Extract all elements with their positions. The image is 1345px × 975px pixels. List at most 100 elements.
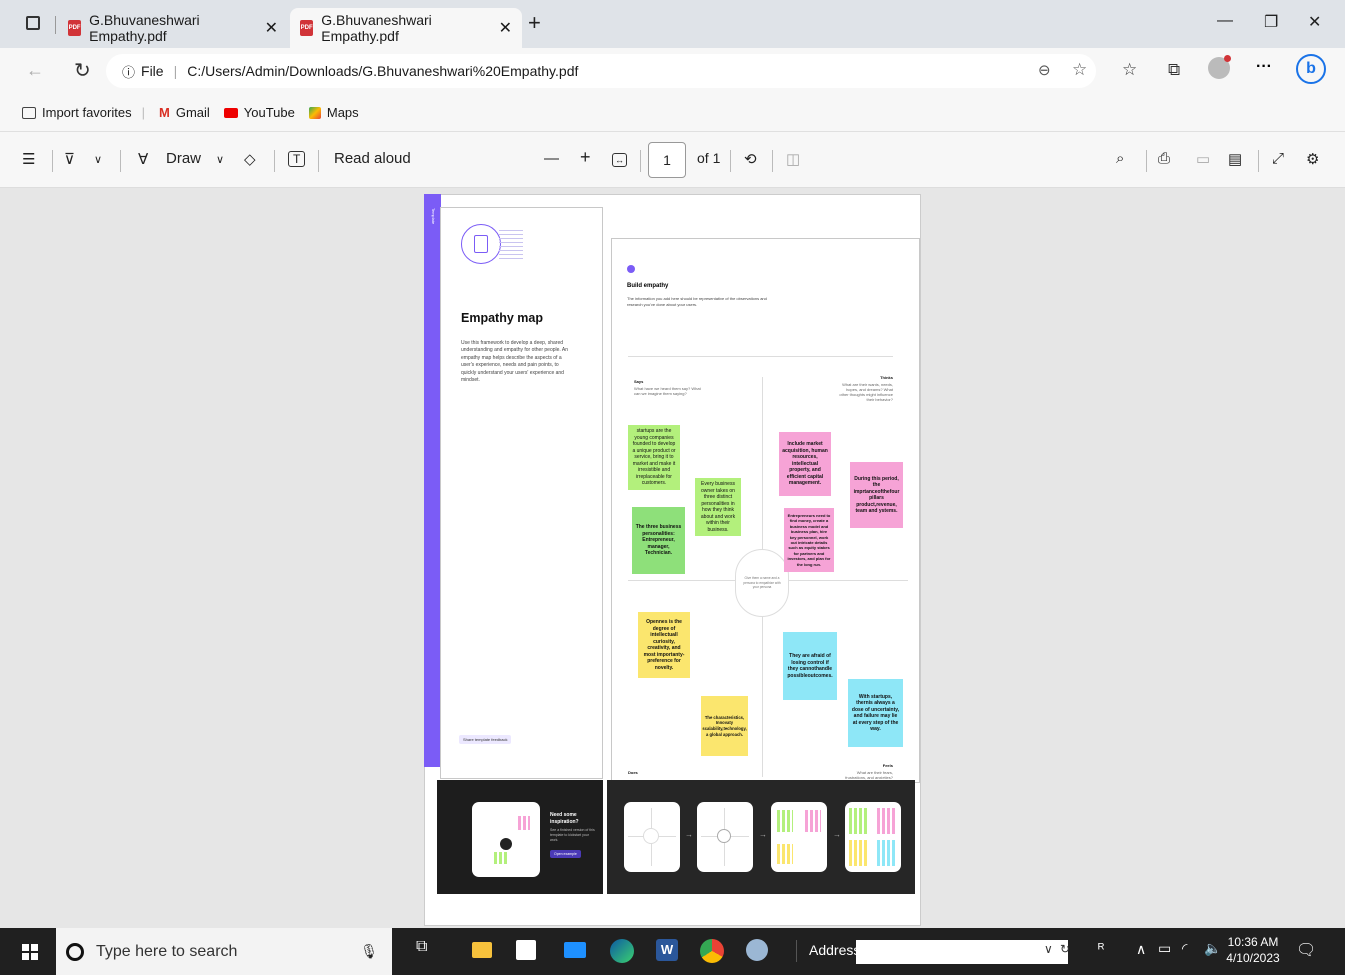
minimize-button[interactable]: — (1217, 12, 1233, 30)
fullscreen-icon[interactable]: ⤢ (1272, 150, 1284, 167)
cortana-icon (66, 942, 84, 961)
edge-icon[interactable] (610, 939, 634, 963)
zoom-out-icon[interactable]: — (544, 150, 559, 167)
refresh-icon[interactable]: ↻ (74, 58, 91, 83)
favorite-import[interactable]: Import favorites (22, 105, 132, 120)
scheme-label: File (141, 63, 164, 79)
address-bar: ← ↻ ⓘ File | C:/Users/Admin/Downloads/G.… (0, 48, 1345, 94)
print-icon[interactable]: ⎙ (1158, 150, 1170, 167)
windows-start-icon[interactable] (22, 944, 38, 960)
restore-button[interactable]: ❐ (1264, 12, 1278, 32)
pdf-icon: PDF (68, 20, 82, 36)
favorite-youtube[interactable]: YouTube (223, 105, 295, 120)
save-icon[interactable]: ▭ (1196, 150, 1210, 168)
zoom-icon[interactable]: ⊖ (1038, 61, 1051, 79)
bing-icon[interactable]: b (1296, 54, 1326, 84)
chevron-down-icon[interactable]: ∨ (1044, 942, 1053, 956)
tab-2[interactable]: PDF G.Bhuvaneshwari Empathy.pdf ✕ (290, 8, 522, 48)
youtube-icon (223, 107, 238, 118)
draw-icon[interactable]: ∀ (138, 150, 148, 168)
contents-icon[interactable]: ☰ (22, 150, 35, 168)
settings-icon[interactable]: ⚙ (1306, 150, 1319, 168)
eraser-icon[interactable]: ◇ (244, 150, 256, 168)
zoom-in-icon[interactable]: + (580, 147, 591, 168)
chrome-icon[interactable] (700, 939, 724, 963)
new-tab-button[interactable]: + (528, 10, 541, 36)
back-icon[interactable]: ← (26, 60, 44, 81)
favorite-maps[interactable]: Maps (308, 105, 359, 120)
favorite-label: YouTube (243, 105, 295, 120)
favorite-label: Import favorites (42, 105, 132, 120)
clock-date: 4/10/2023 (1226, 951, 1280, 965)
people-icon[interactable]: ᴿ (1098, 940, 1104, 956)
save-as-icon[interactable]: ▤ (1228, 150, 1242, 168)
read-aloud-button[interactable]: Read aloud (334, 150, 411, 167)
microphone-icon[interactable]: 🎙 (360, 943, 378, 960)
chevron-down-icon[interactable]: ∨ (94, 153, 102, 166)
chevron-down-icon[interactable]: ∨ (216, 153, 224, 166)
arrow-right-icon: → (685, 830, 693, 839)
task-view-icon[interactable]: ⧉ (416, 938, 427, 956)
favorite-label: Gmail (175, 105, 210, 120)
sticky-note[interactable]: The characteristics, Innovaty scalabilit… (701, 696, 748, 756)
paint-icon[interactable] (746, 939, 768, 961)
info-icon[interactable]: ⓘ (122, 62, 135, 81)
feedback-button[interactable]: Share template feedback (459, 735, 512, 744)
network-icon[interactable]: ▭ (1158, 940, 1171, 957)
says-sub: What have we heard them say? What can we… (634, 386, 701, 396)
word-icon[interactable]: W (656, 939, 678, 961)
arrow-right-icon: → (759, 830, 767, 839)
sticky-note[interactable]: Opennes is the degree of intellectuall c… (638, 612, 690, 678)
search-icon[interactable]: ⌕ (1116, 150, 1124, 167)
thinks-label: Thinks (880, 375, 893, 380)
chevron-up-icon[interactable]: ∧ (1136, 941, 1146, 958)
rotate-icon[interactable]: ⟲ (744, 150, 757, 168)
page-number-input[interactable]: 1 (648, 142, 686, 178)
address-toolbar-input[interactable] (856, 940, 1068, 964)
favorites-icon[interactable]: ☆ (1122, 60, 1137, 80)
close-window-button[interactable]: ✕ (1308, 12, 1321, 32)
sticky-note[interactable]: They are afraid of losing control if the… (783, 632, 837, 700)
wifi-icon[interactable]: ◜ (1182, 940, 1187, 957)
search-box[interactable]: Type here to search 🎙 (56, 928, 392, 975)
sticky-note[interactable]: Entrepreneurs need to find money, create… (784, 508, 834, 572)
pdf-toolbar: ☰ ⊽ ∨ ∀ Draw ∨ ◇ T Read aloud — + ↔ 1 of… (0, 132, 1345, 188)
more-icon[interactable]: ··· (1256, 58, 1272, 76)
template-intro-panel: Empathy map Use this framework to develo… (440, 207, 603, 779)
close-tab-icon[interactable]: ✕ (265, 18, 278, 38)
clock[interactable]: 10:36 AM 4/10/2023 (1226, 934, 1280, 966)
gmail-icon: M (158, 105, 170, 120)
fit-page-icon[interactable]: ↔ (612, 153, 627, 167)
mail-icon[interactable] (564, 942, 586, 958)
favorite-label: Maps (326, 105, 359, 120)
store-icon[interactable] (516, 940, 536, 960)
sticky-note[interactable]: With startups, thernis always a dose of … (848, 679, 903, 747)
notifications-icon[interactable]: 🗨 (1296, 940, 1316, 960)
highlight-icon[interactable]: ⊽ (64, 150, 75, 168)
favorite-star-icon[interactable]: ☆ (1072, 60, 1087, 80)
sticky-note[interactable]: Every business owner takes on three dist… (695, 478, 741, 536)
text-box-icon[interactable]: T (288, 151, 306, 167)
page-view-icon[interactable]: ◫ (786, 150, 800, 168)
file-explorer-icon[interactable] (472, 942, 492, 958)
tab-actions-icon[interactable] (26, 16, 40, 30)
sticky-note[interactable]: The three business personalities: Entrep… (632, 507, 685, 574)
import-icon (22, 106, 36, 119)
inspiration-title: Need some inspiration? (550, 812, 579, 825)
go-icon[interactable]: ↻ (1060, 942, 1070, 956)
url-field[interactable]: ⓘ File | C:/Users/Admin/Downloads/G.Bhuv… (106, 54, 1096, 88)
draw-button[interactable]: Draw (166, 150, 201, 167)
close-tab-icon[interactable]: ✕ (499, 18, 512, 38)
does-label: Does (628, 770, 638, 775)
divider (628, 356, 893, 357)
open-example-button[interactable]: Open example (550, 850, 581, 858)
tab-1[interactable]: PDF G.Bhuvaneshwari Empathy.pdf ✕ (58, 8, 288, 48)
collections-icon[interactable]: ⧉ (1168, 60, 1180, 80)
page-count: of 1 (697, 150, 721, 166)
sticky-note[interactable]: startups are the young companies founded… (628, 425, 680, 490)
volume-icon[interactable]: 🔈 (1204, 940, 1221, 957)
sticky-note[interactable]: During this period, the imprtanceofthefo… (850, 462, 903, 528)
url-text: C:/Users/Admin/Downloads/G.Bhuvaneshwari… (187, 63, 579, 79)
sticky-note[interactable]: Include market acquisition, human resour… (779, 432, 831, 496)
favorite-gmail[interactable]: M Gmail (159, 105, 210, 120)
